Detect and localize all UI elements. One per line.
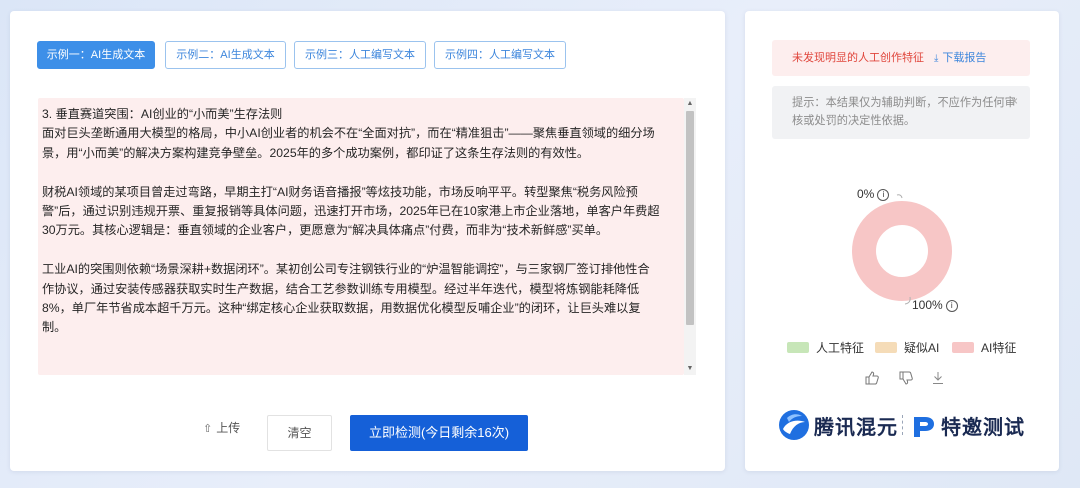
- paragraph: 财税AI领域的某项目曾走过弯路，早期主打“AI财务语音播报”等炫技功能，市场反响…: [42, 184, 660, 238]
- tab-example-3[interactable]: 示例三：人工编写文本: [294, 41, 426, 69]
- legend-suspect-ai: 疑似AI: [875, 340, 939, 356]
- donut-svg: [852, 194, 952, 305]
- thumbs-down-icon[interactable]: [899, 371, 913, 388]
- text-input-area[interactable]: 3. 垂直赛道突围：AI创业的“小而美”生存法则 面对巨头垄断通用大模型的格局，…: [38, 98, 684, 375]
- brand-logos: 腾讯混元 特邀测试: [778, 409, 1028, 441]
- paragraph-heading: 3. 垂直赛道突围：AI创业的“小而美”生存法则: [42, 107, 283, 121]
- percent-label-bottom: 100% i: [912, 298, 958, 312]
- upload-button[interactable]: ⇧ 上传: [203, 414, 240, 442]
- tab-example-2[interactable]: 示例二：AI生成文本: [165, 41, 286, 69]
- legend-label: 人工特征: [816, 341, 865, 355]
- legend-swatch: [787, 342, 809, 353]
- clear-button[interactable]: 清空: [267, 415, 332, 451]
- leader-line-top: [896, 194, 903, 199]
- legend-swatch: [952, 342, 974, 353]
- editor-content: 3. 垂直赛道突围：AI创业的“小而美”生存法则 面对巨头垄断通用大模型的格局，…: [38, 98, 666, 338]
- legend-label: 疑似AI: [904, 341, 940, 355]
- info-icon[interactable]: i: [877, 189, 890, 201]
- upload-label: 上传: [216, 421, 241, 435]
- legend-human: 人工特征: [787, 340, 864, 356]
- paragraph: 工业AI的突围则依赖“场景深耕+数据闭环”。某初创公司专注钢铁行业的“炉温智能调…: [42, 262, 650, 335]
- scroll-thumb[interactable]: [686, 111, 694, 325]
- percent-bottom-value: 100%: [912, 298, 943, 312]
- special-test-logo-icon: [914, 417, 934, 437]
- brand-special-test: 特邀测试: [941, 417, 1025, 439]
- hunyuan-logo-icon: [779, 410, 809, 440]
- editor-scrollbar[interactable]: ▲ ▼: [684, 98, 696, 375]
- scroll-up-arrow-icon[interactable]: ▲: [684, 98, 696, 110]
- donut-ai-segment: [852, 201, 952, 301]
- brand-divider: [902, 415, 903, 435]
- legend-swatch: [875, 342, 897, 353]
- thumbs-up-icon[interactable]: [865, 371, 879, 388]
- paragraph: 面对巨头垄断通用大模型的格局，中小AI创业者的机会不在“全面对抗”，而在“精准狙…: [42, 126, 655, 160]
- detect-button[interactable]: 立即检测(今日剩余16次): [350, 415, 528, 451]
- tab-example-4[interactable]: 示例四：人工编写文本: [434, 41, 566, 69]
- input-panel: 示例一：AI生成文本 示例二：AI生成文本 示例三：人工编写文本 示例四：人工编…: [10, 11, 725, 471]
- download-icon[interactable]: [931, 371, 945, 388]
- legend-label: AI特征: [981, 341, 1017, 355]
- legend-ai: AI特征: [952, 340, 1016, 356]
- result-panel: 未发现明显的人工创作特征 ⤓ 下载报告 提示：本结果仅为辅助判断，不应作为任何审核或…: [745, 11, 1059, 471]
- info-icon[interactable]: i: [945, 300, 958, 312]
- upload-icon: ⇧: [203, 423, 213, 435]
- percent-label-top: 0% i: [857, 187, 890, 201]
- brand-hunyuan: 腾讯混元: [814, 417, 898, 439]
- percent-top-value: 0%: [857, 187, 875, 201]
- result-chart: 0% i 100% i 人工特征 疑似AI AI特征: [745, 11, 1059, 471]
- scroll-down-arrow-icon[interactable]: ▼: [684, 363, 696, 375]
- tab-example-1[interactable]: 示例一：AI生成文本: [37, 41, 155, 69]
